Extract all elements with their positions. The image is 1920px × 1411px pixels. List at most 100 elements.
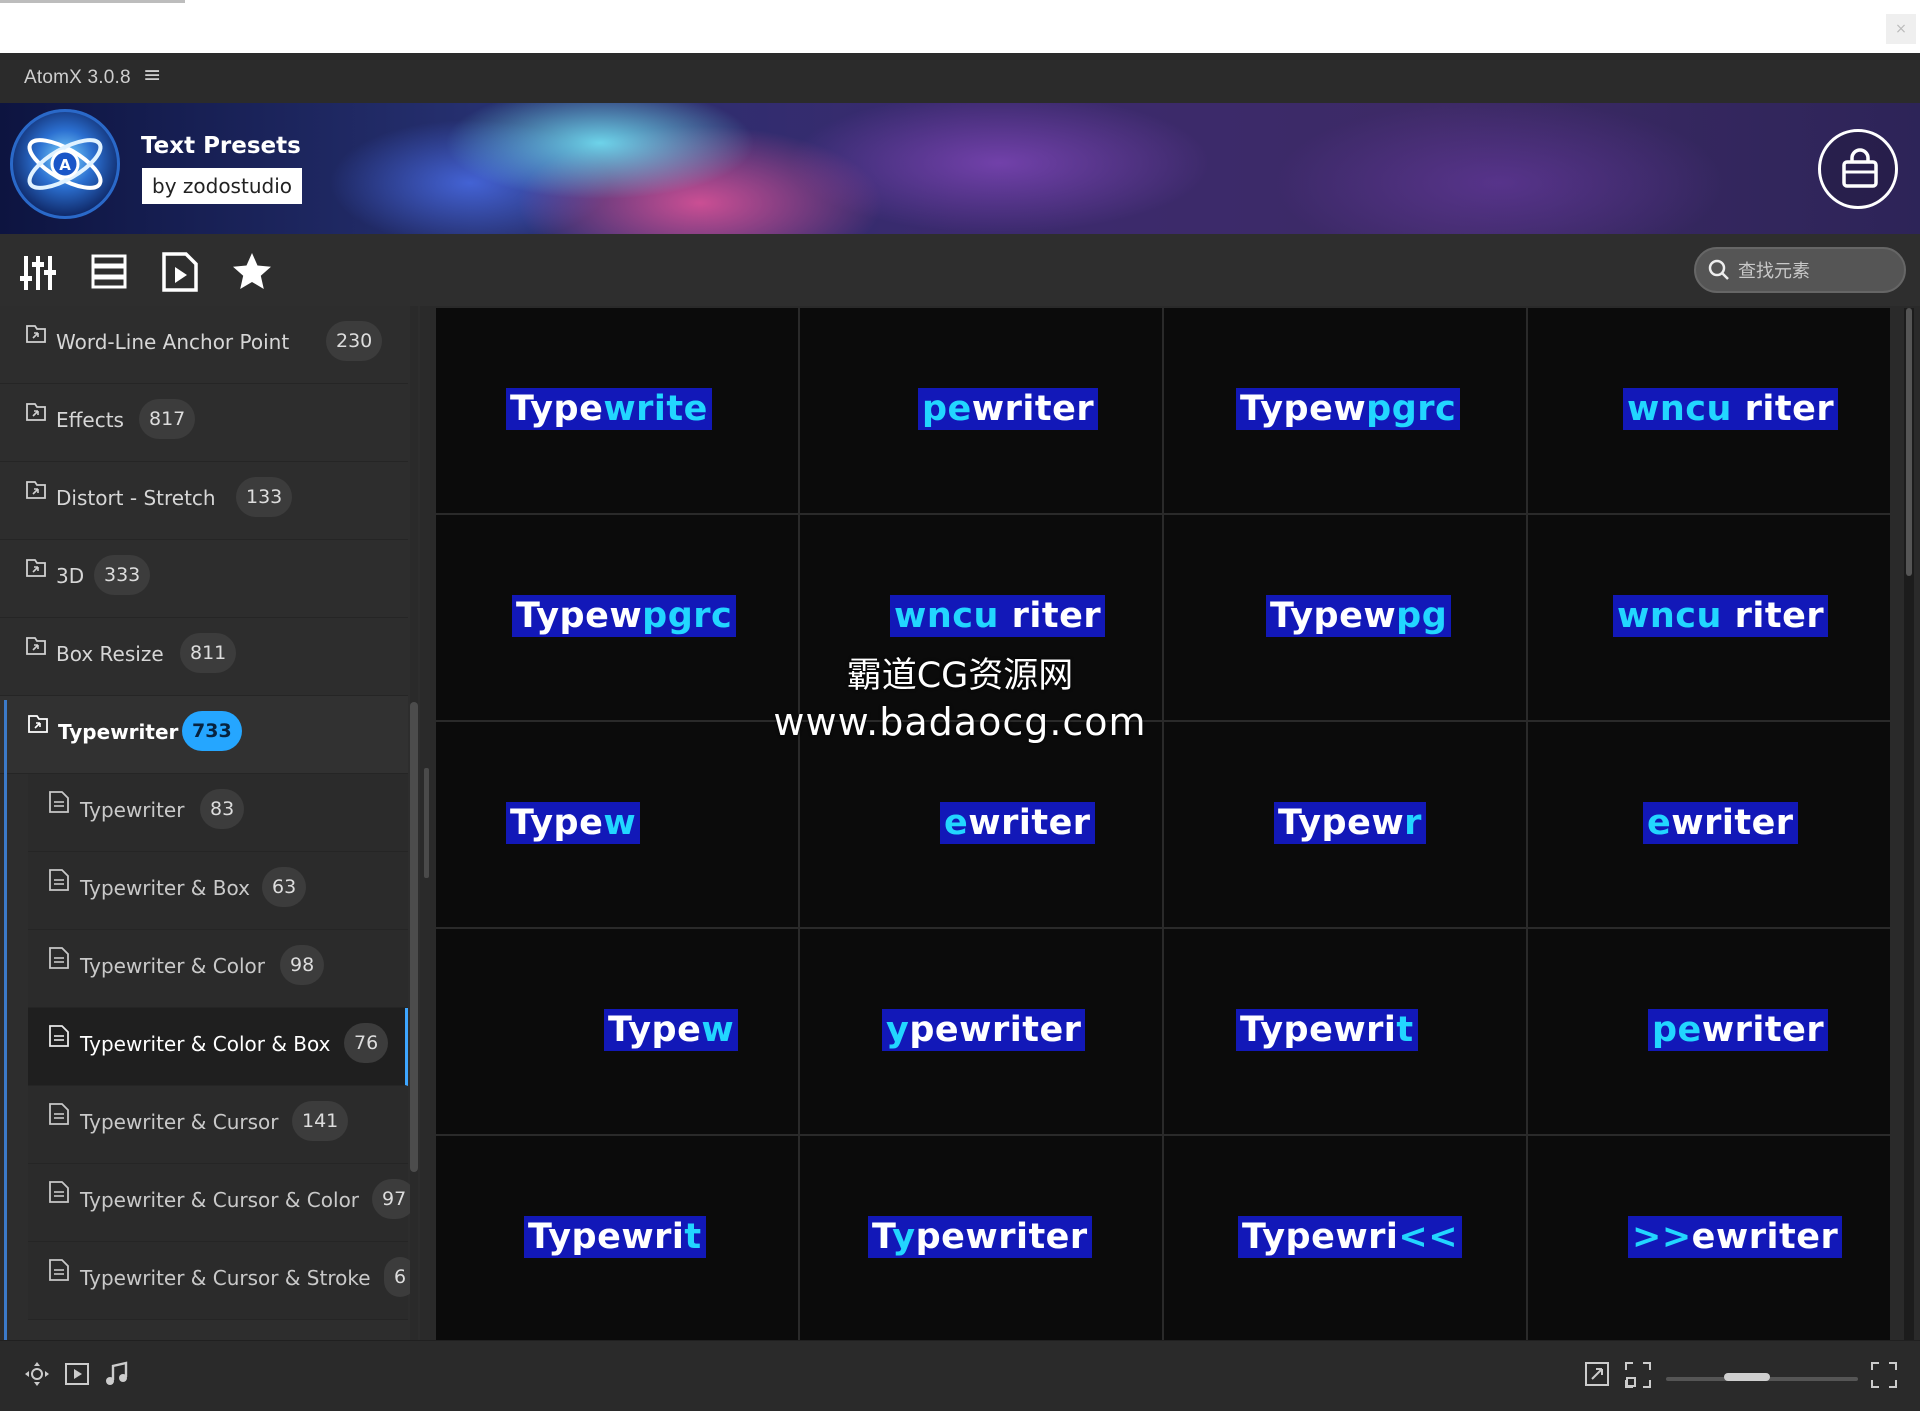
preview-segment: Typewri xyxy=(1240,1010,1397,1050)
sliders-icon[interactable] xyxy=(18,250,62,294)
preview-segment: ewriter xyxy=(1691,1217,1839,1257)
star-icon[interactable] xyxy=(230,250,274,294)
preset-tile[interactable]: >>ewriter xyxy=(1528,1136,1890,1340)
sidebar-item-label: Typewriter xyxy=(80,798,185,822)
count-badge: 76 xyxy=(344,1023,389,1063)
shop-bag-button[interactable] xyxy=(1818,129,1898,209)
preview-highlight: wncu xyxy=(1617,596,1722,636)
preset-tile[interactable]: Typew xyxy=(436,929,798,1134)
preset-preview-text: Typew xyxy=(506,802,641,844)
preset-preview-text: Typewrit xyxy=(524,1216,706,1258)
search-input[interactable] xyxy=(1736,257,1900,285)
sidebar-item-3d[interactable]: 3D 333 xyxy=(0,540,408,618)
sidebar-item-typewriter[interactable]: Typewriter 733 xyxy=(0,696,408,774)
preset-tile[interactable]: pewriter xyxy=(1528,929,1890,1134)
preset-tile[interactable]: Typewr xyxy=(1164,722,1526,927)
sidebar-subitem-typewriter-box[interactable]: Typewriter & Box 63 xyxy=(28,852,408,930)
preview-icon[interactable] xyxy=(158,250,202,294)
preset-tile[interactable]: Typewrit xyxy=(1164,929,1526,1134)
preset-preview-text: ewriter xyxy=(1643,802,1798,844)
panel-splitter-handle[interactable] xyxy=(424,768,429,878)
sidebar-subitem-typewriter-cursor[interactable]: Typewriter & Cursor 141 xyxy=(28,1086,408,1164)
sidebar-subitem-typewriter[interactable]: Typewriter 83 xyxy=(28,774,408,852)
preview-segment: writer xyxy=(1701,1010,1825,1050)
play-icon[interactable] xyxy=(64,1361,90,1391)
sidebar-item-box-resize[interactable]: Box Resize 811 xyxy=(0,618,408,696)
preset-tile[interactable]: Typewrit xyxy=(436,1136,798,1340)
folder-icon xyxy=(24,634,48,662)
move-icon[interactable] xyxy=(24,1361,50,1391)
preset-tile[interactable]: pewriter xyxy=(800,308,1162,513)
folder-icon xyxy=(24,478,48,506)
preview-highlight: y xyxy=(886,1010,910,1050)
window-close-button[interactable]: × xyxy=(1886,14,1916,44)
preset-tile[interactable]: ypewriter xyxy=(800,929,1162,1134)
zoom-slider-knob[interactable] xyxy=(1724,1373,1770,1381)
preset-tile[interactable]: Typewpgrc xyxy=(1164,308,1526,513)
preview-segment: Typew xyxy=(516,596,643,636)
preview-highlight: pgrc xyxy=(642,596,733,636)
folder-icon xyxy=(24,322,48,350)
watermark-line2: www.badaocg.com xyxy=(773,700,1147,744)
sidebar-subitem-typewriter-cursor-stroke[interactable]: Typewriter & Cursor & Stroke 6 xyxy=(28,1242,417,1320)
count-badge: 133 xyxy=(236,477,293,517)
hamburger-menu-icon[interactable]: ≡ xyxy=(143,63,161,88)
grid-scroll-thumb[interactable] xyxy=(1906,308,1912,576)
preview-highlight: t xyxy=(684,1217,702,1257)
preset-tile[interactable]: wncu riter xyxy=(1528,308,1890,513)
window-top-strip: × xyxy=(0,0,1920,53)
preview-highlight: pe xyxy=(1652,1010,1702,1050)
preset-preview-text: Typewpg xyxy=(1266,595,1452,637)
preset-tile[interactable]: Typew xyxy=(436,722,798,927)
document-icon xyxy=(48,1180,70,1208)
preview-highlight: << xyxy=(1398,1217,1459,1257)
folder-open-icon xyxy=(26,712,50,740)
list-icon[interactable] xyxy=(88,250,132,294)
sidebar-item-label: Typewriter & Color & Box xyxy=(80,1032,331,1056)
fit-icon[interactable] xyxy=(1624,1361,1652,1393)
app-title-bar: AtomX 3.0.8 ≡ xyxy=(0,53,1920,103)
sidebar-item-label: Box Resize xyxy=(56,642,164,666)
fullscreen-icon[interactable] xyxy=(1870,1361,1898,1393)
sidebar-subitem-typewriter-cursor-color[interactable]: Typewriter & Cursor & Color 97 xyxy=(28,1164,417,1242)
preview-highlight: w xyxy=(603,803,637,843)
document-icon xyxy=(48,868,70,896)
sidebar-item-word-line-anchor-point[interactable]: Word-Line Anchor Point 230 xyxy=(0,306,408,384)
preset-tile[interactable]: ewriter xyxy=(800,722,1162,927)
music-icon[interactable] xyxy=(104,1361,130,1391)
preview-segment: writer xyxy=(968,803,1091,843)
sidebar-item-distort-stretch[interactable]: Distort - Stretch 133 xyxy=(0,462,408,540)
sidebar-subitem-typewriter-color[interactable]: Typewriter & Color 98 xyxy=(28,930,408,1008)
preset-tile[interactable]: Typewri<< xyxy=(1164,1136,1526,1340)
count-badge: 230 xyxy=(326,321,383,361)
grid-scrollbar[interactable] xyxy=(1904,308,1914,1340)
sidebar-item-effects[interactable]: Effects 817 xyxy=(0,384,408,462)
header-banner: A Text Presets by zodostudio xyxy=(0,103,1920,234)
preset-tile[interactable]: ewriter xyxy=(1528,722,1890,927)
sidebar-scrollbar[interactable] xyxy=(410,306,418,1340)
preset-tile[interactable]: Typewpgrc xyxy=(436,515,798,720)
preview-highlight: pg xyxy=(1396,596,1448,636)
preset-preview-text: pewriter xyxy=(1648,1009,1829,1051)
preset-tile[interactable]: Typewpg xyxy=(1164,515,1526,720)
sidebar-item-label: Typewriter & Box xyxy=(80,876,250,900)
preset-preview-text: Typew xyxy=(604,1009,739,1051)
preset-preview-text: Typewpgrc xyxy=(512,595,737,637)
preview-segment: Type xyxy=(510,803,604,843)
sidebar-scroll-thumb[interactable] xyxy=(410,702,418,1172)
preview-highlight: pgrc xyxy=(1366,389,1457,429)
preview-segment: riter xyxy=(998,596,1102,636)
export-icon[interactable] xyxy=(1584,1361,1610,1391)
zoom-slider[interactable] xyxy=(1666,1373,1858,1381)
preset-tile[interactable]: Typewriter xyxy=(800,1136,1162,1340)
watermark-line1: 霸道CG资源网 xyxy=(846,656,1074,696)
sidebar-item-label: Effects xyxy=(56,408,124,432)
preview-highlight: r xyxy=(1404,803,1422,843)
count-badge: 83 xyxy=(200,789,245,829)
preset-tile[interactable]: wncu riter xyxy=(1528,515,1890,720)
preset-tile[interactable]: Typewrite xyxy=(436,308,798,513)
sidebar-subitem-typewriter-color-box[interactable]: Typewriter & Color & Box 76 xyxy=(28,1008,408,1086)
preview-segment: T xyxy=(872,1217,893,1257)
search-box[interactable] xyxy=(1694,247,1906,293)
banner-title: Text Presets xyxy=(141,133,301,159)
